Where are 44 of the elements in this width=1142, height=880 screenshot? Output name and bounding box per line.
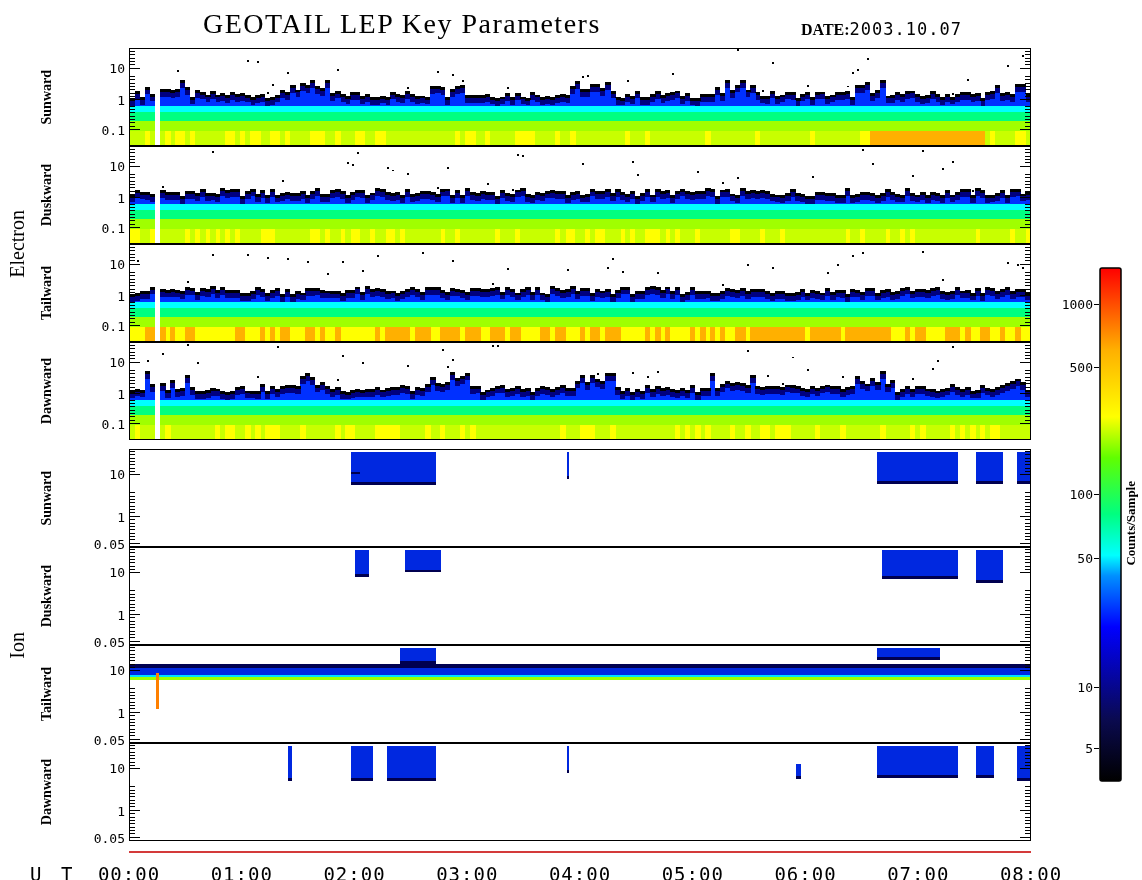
y-tick-label: 1 — [117, 510, 125, 524]
y-tick-label: 0.05 — [93, 733, 125, 747]
scale-tick-label: 10 — [1077, 680, 1093, 694]
y-tick-label: 0.1 — [101, 123, 125, 137]
scale-tick-label: 50 — [1077, 551, 1093, 565]
y-tick-label: 1 — [117, 804, 125, 818]
direction-label: Tailward — [40, 667, 54, 721]
chart-title: GEOTAIL LEP Key Parameters — [203, 10, 602, 38]
y-tick-label: 10 — [109, 761, 125, 775]
y-tick-label: 1 — [117, 608, 125, 622]
scale-tick-label: 100 — [1069, 487, 1093, 501]
y-tick-label: 0.1 — [101, 319, 125, 333]
y-tick-label: 10 — [109, 467, 125, 481]
species-label: Ion — [7, 631, 27, 659]
y-tick-label: 0.05 — [93, 831, 125, 845]
y-tick-label: 10 — [109, 663, 125, 677]
y-tick-label: 0.05 — [93, 537, 125, 551]
direction-label: Duskward — [40, 564, 54, 628]
y-tick-label: 0.1 — [101, 221, 125, 235]
y-tick-label: 10 — [109, 257, 125, 271]
scale-tick-label: 500 — [1069, 360, 1093, 373]
y-tick-label: 1 — [117, 706, 125, 720]
y-tick-label: 10 — [109, 61, 125, 75]
direction-label: Dawnward — [40, 357, 54, 425]
y-tick-label: 0.1 — [101, 417, 125, 431]
y-tick-label: 1 — [117, 191, 125, 205]
y-tick-label: 10 — [109, 159, 125, 173]
y-tick-label: 1 — [117, 387, 125, 401]
date-value: 2003.10.07 — [849, 19, 962, 39]
species-label: Electron — [7, 210, 27, 278]
direction-label: Sunward — [40, 69, 54, 125]
y-tick-label: 1 — [117, 93, 125, 107]
y-tick-label: 0.05 — [93, 635, 125, 649]
color-scale-label: Counts/Sample — [1123, 481, 1139, 566]
y-tick-label: 1 — [117, 289, 125, 303]
y-tick-label: 10 — [109, 355, 125, 369]
direction-label: Tailward — [40, 266, 54, 320]
date-label: DATE: — [801, 21, 850, 39]
y-tick-label: 10 — [109, 565, 125, 579]
direction-label: Dawnward — [40, 758, 54, 826]
scale-tick-label: 1000 — [1061, 297, 1093, 311]
direction-label: Sunward — [40, 470, 54, 526]
scale-tick-label: 5 — [1085, 741, 1093, 755]
direction-label: Duskward — [40, 163, 54, 227]
